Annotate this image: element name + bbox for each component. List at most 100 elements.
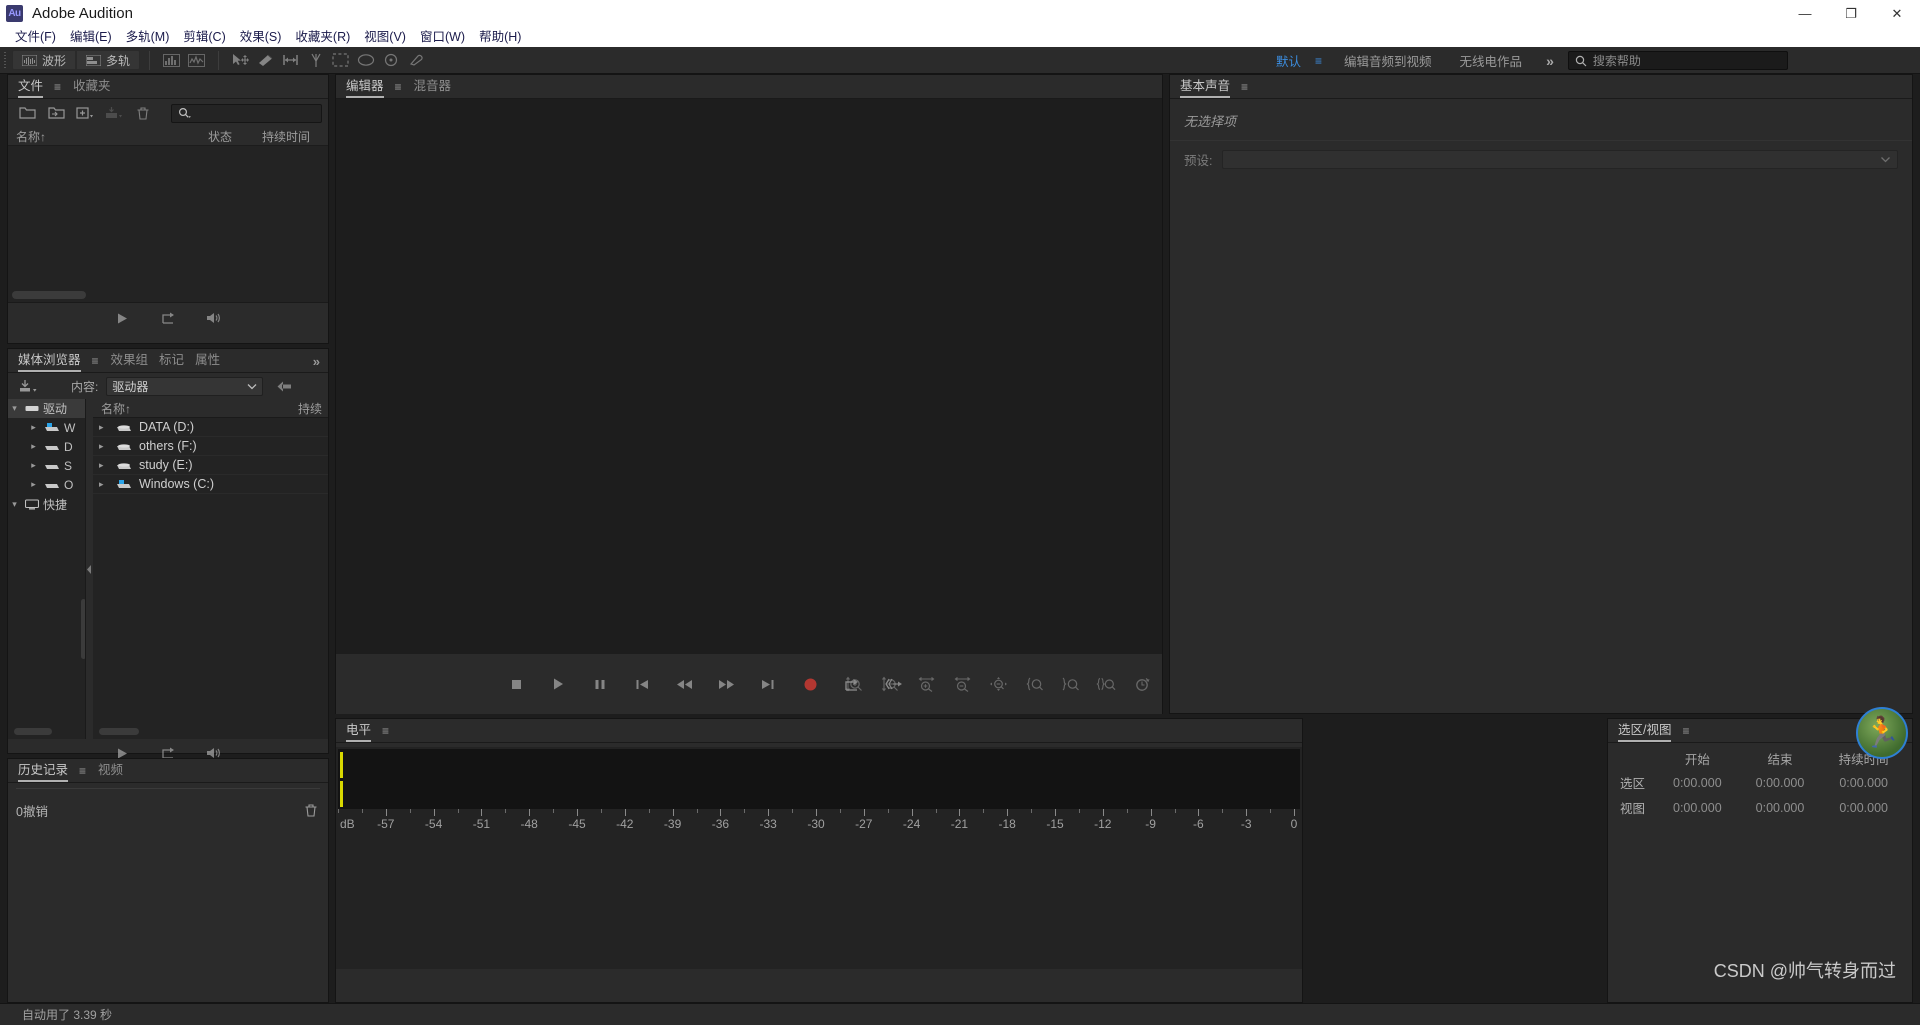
maximize-button[interactable]: ❐ xyxy=(1828,0,1874,27)
pause-button[interactable] xyxy=(590,674,610,694)
tree-row-shortcuts[interactable]: ▾ 快捷 xyxy=(8,495,85,514)
insert-into-multitrack-icon[interactable] xyxy=(101,102,127,124)
spectral-pitch-display-button[interactable] xyxy=(184,49,209,71)
media-tree-vertical-scrollbar[interactable] xyxy=(81,599,85,659)
selview-view-duration[interactable]: 0:00.000 xyxy=(1821,795,1906,820)
close-button[interactable]: ✕ xyxy=(1874,0,1920,27)
tab-media-browser[interactable]: 媒体浏览器 xyxy=(18,349,92,372)
selview-selection-start[interactable]: 0:00.000 xyxy=(1656,770,1739,795)
workspace-overflow-chevron-icon[interactable]: » xyxy=(1536,53,1564,69)
chevron-right-icon[interactable]: ▸ xyxy=(27,441,40,452)
history-undo-row[interactable]: 0撤销 xyxy=(8,795,328,820)
files-col-name[interactable]: 名称↑ xyxy=(8,128,200,145)
selview-view-start[interactable]: 0:00.000 xyxy=(1656,795,1739,820)
levels-panel-menu-icon[interactable]: ≡ xyxy=(382,724,401,742)
chevron-right-icon[interactable]: ▸ xyxy=(99,460,109,471)
chevron-right-icon[interactable]: ▸ xyxy=(27,422,40,433)
menu-clip[interactable]: 剪辑(C) xyxy=(176,27,232,47)
tab-essential-sound[interactable]: 基本声音 xyxy=(1180,75,1241,98)
selview-selection-end[interactable]: 0:00.000 xyxy=(1739,770,1822,795)
files-search-input[interactable] xyxy=(171,103,322,123)
workspace-edit-audio-to-video[interactable]: 编辑音频到视频 xyxy=(1330,51,1446,70)
files-play-button[interactable] xyxy=(112,308,132,328)
zoom-to-time-button[interactable] xyxy=(1132,674,1152,694)
tab-markers[interactable]: 标记 xyxy=(159,349,195,372)
record-button[interactable] xyxy=(800,674,820,694)
menu-favorites[interactable]: 收藏夹(R) xyxy=(288,27,357,47)
files-volume-button[interactable] xyxy=(204,308,224,328)
media-file-list[interactable]: 名称↑ 持续 ▸ DATA (D:) ▸ others (F:) ▸ study… xyxy=(93,399,328,739)
tree-row-drives[interactable]: ▾ 驱动 xyxy=(8,399,85,418)
tree-row-others-f[interactable]: ▸ O xyxy=(8,475,85,494)
list-item[interactable]: ▸ others (F:) xyxy=(93,437,328,456)
paintbrush-selection-tool-button[interactable] xyxy=(378,49,403,71)
play-button[interactable] xyxy=(548,674,568,694)
tree-row-windows-c[interactable]: ▸ W xyxy=(8,418,85,437)
files-col-duration[interactable]: 持续时间 xyxy=(254,128,310,145)
slip-tool-button[interactable] xyxy=(253,49,278,71)
history-panel-menu-icon[interactable]: ≡ xyxy=(79,764,98,782)
chevron-down-icon[interactable]: ▾ xyxy=(8,499,21,510)
files-loop-button[interactable] xyxy=(158,308,178,328)
selview-panel-menu-icon[interactable]: ≡ xyxy=(1682,724,1701,742)
zoom-in-time-button[interactable] xyxy=(916,674,936,694)
import-media-icon[interactable] xyxy=(15,375,41,397)
files-list[interactable] xyxy=(8,146,328,303)
files-panel-menu-icon[interactable]: ≡ xyxy=(54,80,73,98)
zoom-in-amplitude-button[interactable] xyxy=(844,674,864,694)
skip-to-start-button[interactable] xyxy=(632,674,652,694)
list-item[interactable]: ▸ DATA (D:) xyxy=(93,418,328,437)
tab-files[interactable]: 文件 xyxy=(18,75,54,98)
media-back-button[interactable] xyxy=(271,375,297,397)
tab-favorites[interactable]: 收藏夹 xyxy=(73,75,122,98)
tab-editor[interactable]: 编辑器 xyxy=(346,75,395,98)
tab-selection-view[interactable]: 选区/视图 xyxy=(1618,719,1682,742)
menu-help[interactable]: 帮助(H) xyxy=(472,27,528,47)
menu-effects[interactable]: 效果(S) xyxy=(233,27,289,47)
media-panel-divider[interactable] xyxy=(86,399,93,739)
list-item[interactable]: ▸ study (E:) xyxy=(93,456,328,475)
move-tool-button[interactable] xyxy=(228,49,253,71)
selview-selection-duration[interactable]: 0:00.000 xyxy=(1821,770,1906,795)
search-help-input[interactable]: 搜索帮助 xyxy=(1567,51,1788,70)
time-selection-tool-button[interactable] xyxy=(278,49,303,71)
chevron-right-icon[interactable]: ▸ xyxy=(99,479,109,490)
zoom-out-full-button[interactable] xyxy=(988,674,1008,694)
chevron-right-icon[interactable]: ▸ xyxy=(99,441,109,452)
zoom-to-selection-out-point-button[interactable] xyxy=(1060,674,1080,694)
tab-history[interactable]: 历史记录 xyxy=(18,759,79,782)
media-col-duration[interactable]: 持续 xyxy=(298,400,322,417)
levels-meter-area[interactable] xyxy=(338,749,1300,809)
editor-panel-menu-icon[interactable]: ≡ xyxy=(395,80,414,98)
rewind-button[interactable] xyxy=(674,674,694,694)
menu-multitrack[interactable]: 多轨(M) xyxy=(119,27,177,47)
selview-view-end[interactable]: 0:00.000 xyxy=(1739,795,1822,820)
new-file-icon[interactable] xyxy=(72,102,98,124)
waveform-mode-button[interactable]: 波形 xyxy=(12,50,77,70)
media-content-select[interactable]: 驱动器 xyxy=(106,376,264,396)
essential-panel-menu-icon[interactable]: ≡ xyxy=(1241,80,1260,98)
import-file-icon[interactable] xyxy=(43,102,69,124)
fast-forward-button[interactable] xyxy=(716,674,736,694)
tab-levels[interactable]: 电平 xyxy=(346,719,382,742)
files-col-status[interactable]: 状态 xyxy=(200,128,254,145)
marquee-selection-tool-button[interactable] xyxy=(328,49,353,71)
chevron-right-icon[interactable]: ▸ xyxy=(27,460,40,471)
menu-file[interactable]: 文件(F) xyxy=(8,27,63,47)
lasso-selection-tool-button[interactable] xyxy=(353,49,378,71)
tab-properties[interactable]: 属性 xyxy=(195,349,231,372)
essential-preset-select[interactable] xyxy=(1222,150,1898,169)
tab-mixer[interactable]: 混音器 xyxy=(414,75,463,98)
media-col-name[interactable]: 名称↑ xyxy=(101,400,131,417)
menu-window[interactable]: 窗口(W) xyxy=(413,27,472,47)
media-list-horizontal-scrollbar[interactable] xyxy=(99,728,139,735)
open-file-icon[interactable] xyxy=(14,102,40,124)
spot-healing-brush-tool-button[interactable] xyxy=(403,49,428,71)
menu-view[interactable]: 视图(V) xyxy=(357,27,413,47)
media-tree-horizontal-scrollbar[interactable] xyxy=(14,728,52,735)
media-panel-menu-icon[interactable]: ≡ xyxy=(92,354,111,372)
chevron-down-icon[interactable]: ▾ xyxy=(8,403,21,414)
media-panel-overflow-chevron-icon[interactable]: » xyxy=(313,354,328,372)
minimize-button[interactable]: — xyxy=(1782,0,1828,27)
tree-row-study-e[interactable]: ▸ S xyxy=(8,456,85,475)
